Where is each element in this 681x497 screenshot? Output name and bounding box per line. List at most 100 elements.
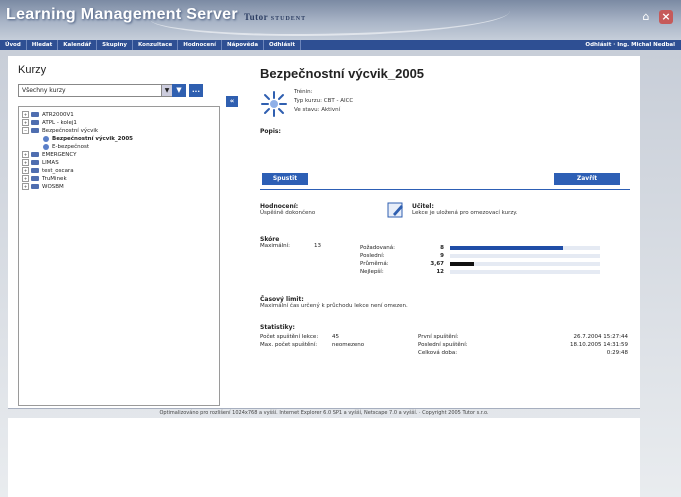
- score-row-label: Nejlepší:: [360, 269, 384, 275]
- time-limit-block: Časový limit: Maximální čas určený k prů…: [260, 296, 408, 309]
- course-type-icon: [261, 91, 287, 117]
- collapse-icon[interactable]: −: [22, 127, 29, 134]
- course-icon: [43, 143, 49, 150]
- expand-icon[interactable]: +: [22, 151, 29, 158]
- course-tree: + ATR2000V1 + ATPL - kolej1 − Bezpečnostní vý…: [18, 106, 220, 406]
- score-row: Průměrná: 3,67: [360, 260, 600, 268]
- comment-text: Lekce je uložená pro omezovací kurzy.: [412, 210, 518, 216]
- status-block: Hodnocení: Úspěšně dokončeno: [260, 203, 315, 216]
- stat-row: Počet spuštění lekce: 45: [260, 333, 400, 341]
- score-bar: [450, 246, 600, 250]
- tree-item[interactable]: − Bezpečnostní výcvik: [22, 127, 219, 134]
- course-title: Bezpečnostní výcvik_2005: [260, 66, 425, 81]
- score-row-value: 8: [440, 245, 444, 251]
- score-row-value: 9: [440, 253, 444, 259]
- stats-right: První spuštění: 26.7.2004 15:27:44 Posle…: [418, 333, 628, 357]
- footer-divider: [8, 408, 640, 409]
- home-icon[interactable]: ⌂: [639, 10, 653, 24]
- chevron-down-icon[interactable]: ▼: [161, 85, 172, 96]
- score-bar: [450, 262, 600, 266]
- app-subtitle: Tutor STUDENT: [244, 12, 306, 22]
- score-max-value: 13: [314, 243, 322, 249]
- stat-label: Počet spuštění lekce:: [260, 334, 319, 340]
- courses-title: Kurzy: [18, 64, 47, 76]
- tree-item[interactable]: + test_oscara: [22, 167, 219, 174]
- close-icon[interactable]: ×: [659, 10, 673, 24]
- stats-left: Počet spuštění lekce: 45 Max. počet spuš…: [260, 333, 400, 349]
- folder-icon: [31, 128, 39, 133]
- score-block: Skóre Maximální: 13: [260, 236, 321, 249]
- expand-icon[interactable]: +: [22, 175, 29, 182]
- tree-item[interactable]: + TruMinek: [22, 175, 219, 182]
- nav-item-kalendar[interactable]: Kalendář: [58, 40, 98, 50]
- course-meta-type: Typ kurzu: CBT - AICC: [294, 98, 354, 104]
- tree-item-label: LIMAS: [42, 159, 59, 166]
- score-row-value: 12: [436, 269, 444, 275]
- score-bar: [450, 270, 600, 274]
- course-meta: Trénin: Typ kurzu: CBT - AICC Ve stavu: …: [294, 88, 353, 115]
- folder-icon: [31, 112, 39, 117]
- collapse-panel-button[interactable]: «: [226, 96, 238, 107]
- tree-list: + ATR2000V1 + ATPL - kolej1 − Bezpečnostní vý…: [19, 107, 219, 190]
- empty-area: [8, 418, 640, 497]
- stats-label: Statistiky:: [260, 324, 295, 331]
- stat-label: Max. počet spuštění:: [260, 342, 318, 348]
- status-text: Úspěšně dokončeno: [260, 210, 316, 216]
- expand-icon[interactable]: +: [22, 119, 29, 126]
- tree-item[interactable]: + EMERGENCY: [22, 151, 219, 158]
- score-row-label: Poslední:: [360, 253, 385, 259]
- nav-item-skupiny[interactable]: Skupiny: [97, 40, 134, 50]
- stat-row: Max. počet spuštění: neomezeno: [260, 341, 400, 349]
- tree-item-label: ATR2000V1: [42, 111, 74, 118]
- tree-item-label: TruMinek: [42, 175, 67, 182]
- course-filter-select[interactable]: Všechny kurzy ▼: [18, 84, 173, 97]
- tree-item-label: Bezpečnostní výcvik: [42, 127, 99, 134]
- tree-item[interactable]: + WOSBM: [22, 183, 219, 190]
- nav-user[interactable]: Odhlásit · Ing. Michal Nedbal: [585, 40, 681, 50]
- footer-text: Optimalizováno pro rozlišení 1024x768 a …: [159, 410, 489, 416]
- nav-item-konzultace[interactable]: Konzultace: [133, 40, 179, 50]
- tree-item[interactable]: E-bezpečnost: [22, 143, 219, 150]
- tree-item[interactable]: Bezpečnostní výcvik_2005: [22, 135, 219, 142]
- more-button[interactable]: ...: [189, 84, 203, 97]
- main-nav: Úvod Hledat Kalendář Skupiny Konzultace …: [0, 40, 681, 50]
- nav-item-hledat[interactable]: Hledat: [27, 40, 59, 50]
- tree-item-label: Bezpečnostní výcvik_2005: [52, 135, 133, 142]
- course-meta-trenin: Trénin:: [294, 89, 313, 95]
- expand-icon[interactable]: +: [22, 167, 29, 174]
- score-bar-fill: [450, 246, 563, 250]
- nav-item-hodnoceni[interactable]: Hodnocení: [178, 40, 223, 50]
- folder-icon: [31, 120, 39, 125]
- app-subtitle-role: STUDENT: [270, 16, 307, 22]
- score-label: Skóre: [260, 236, 280, 243]
- score-rows: Požadovaná: 8 Poslední: 9 Průměrná: 3,67 Nejle…: [360, 244, 600, 276]
- start-button[interactable]: Spustit: [262, 173, 308, 185]
- stat-row: Celková doba: 0:29:48: [418, 349, 628, 357]
- tree-item-label: EMERGENCY: [42, 151, 77, 158]
- tree-item-label: E-bezpečnost: [52, 143, 89, 150]
- score-max-label: Maximální:: [260, 243, 291, 249]
- folder-icon: [31, 168, 39, 173]
- time-limit-text: Maximální čas určený k průchodu lekce ne…: [260, 303, 408, 309]
- tree-item[interactable]: + ATR2000V1: [22, 111, 219, 118]
- score-bar-fill: [450, 262, 474, 266]
- tree-item[interactable]: + LIMAS: [22, 159, 219, 166]
- close-course-button[interactable]: Zavřít: [554, 173, 620, 185]
- comment-label: Učitel:: [412, 203, 434, 210]
- header-icons: ⌂ ×: [639, 10, 673, 24]
- stat-row: Poslední spuštění: 18.10.2005 14:31:59: [418, 341, 628, 349]
- description-label: Popis:: [260, 128, 281, 135]
- score-bar: [450, 254, 600, 258]
- nav-item-odhlasit[interactable]: Odhlásit: [264, 40, 301, 50]
- score-max: Maximální: 13: [260, 243, 321, 249]
- tree-item-label: test_oscara: [42, 167, 74, 174]
- expand-icon[interactable]: +: [22, 111, 29, 118]
- edit-note-icon[interactable]: [386, 201, 406, 219]
- nav-item-uvod[interactable]: Úvod: [0, 40, 27, 50]
- expand-icon[interactable]: +: [22, 159, 29, 166]
- tree-item[interactable]: + ATPL - kolej1: [22, 119, 219, 126]
- expand-icon[interactable]: +: [22, 183, 29, 190]
- score-row: Nejlepší: 12: [360, 268, 600, 276]
- filter-button[interactable]: ▼: [172, 84, 186, 97]
- nav-item-napoveda[interactable]: Nápověda: [222, 40, 265, 50]
